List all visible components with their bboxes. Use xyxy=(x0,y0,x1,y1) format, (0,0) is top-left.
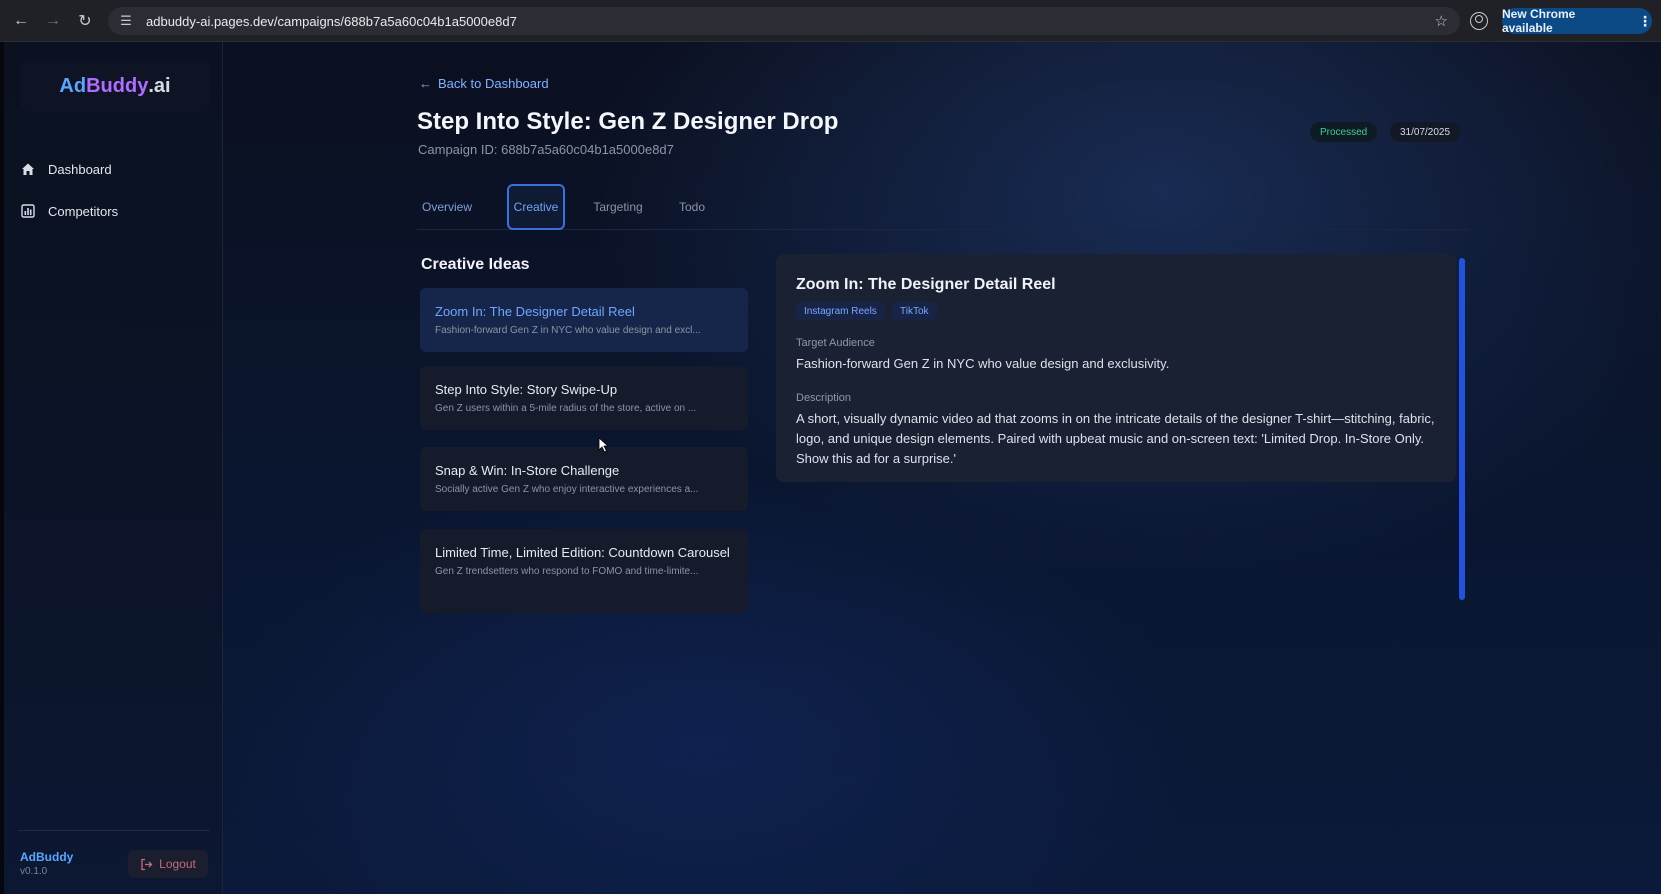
logout-button[interactable]: Logout xyxy=(128,850,208,878)
bookmark-star-icon[interactable]: ☆ xyxy=(1435,12,1448,30)
tab-creative[interactable]: Creative xyxy=(507,184,565,230)
idea-subtitle: Socially active Gen Z who enjoy interact… xyxy=(435,484,699,495)
tab-bar: Overview Creative Targeting Todo xyxy=(417,182,1469,230)
logout-label: Logout xyxy=(159,857,196,871)
tab-overview[interactable]: Overview xyxy=(417,184,477,230)
idea-subtitle: Fashion-forward Gen Z in NYC who value d… xyxy=(435,325,701,336)
mouse-cursor-icon xyxy=(598,437,610,453)
campaign-id: Campaign ID: 688b7a5a60c04b1a5000e8d7 xyxy=(418,142,674,157)
tab-todo[interactable]: Todo xyxy=(675,184,709,230)
url-text[interactable]: adbuddy-ai.pages.dev/campaigns/688b7a5a6… xyxy=(146,14,517,29)
profile-icon[interactable] xyxy=(1470,12,1488,30)
detail-title: Zoom In: The Designer Detail Reel xyxy=(796,276,1056,293)
back-to-dashboard-link[interactable]: ← Back to Dashboard xyxy=(419,76,549,91)
idea-subtitle: Gen Z trendsetters who respond to FOMO a… xyxy=(435,566,699,577)
idea-title: Snap & Win: In-Store Challenge xyxy=(435,463,620,478)
idea-card[interactable]: Limited Time, Limited Edition: Countdown… xyxy=(420,529,748,613)
idea-title: Zoom In: The Designer Detail Reel xyxy=(435,304,635,319)
app-logo[interactable]: Ad Buddy .ai xyxy=(20,60,210,112)
logo-buddy: Buddy xyxy=(86,74,149,97)
forward-arrow-icon[interactable]: → xyxy=(38,6,68,36)
idea-card[interactable]: Snap & Win: In-Store Challenge Socially … xyxy=(420,447,748,511)
platform-chip: Instagram Reels xyxy=(796,302,885,320)
idea-card[interactable]: Step Into Style: Story Swipe-Up Gen Z us… xyxy=(420,366,748,430)
sidebar: Ad Buddy .ai Dashboard Competitors AdBuddy… xyxy=(4,42,223,894)
idea-card[interactable]: Zoom In: The Designer Detail Reel Fashio… xyxy=(420,288,748,352)
logout-icon xyxy=(141,858,153,870)
section-title: Creative Ideas xyxy=(421,256,530,273)
sidebar-item-label: Competitors xyxy=(48,203,119,219)
audience-label: Target Audience xyxy=(796,337,875,349)
app-frame: Ad Buddy .ai Dashboard Competitors AdBuddy… xyxy=(4,42,1661,894)
idea-subtitle: Gen Z users within a 5-mile radius of th… xyxy=(435,403,697,414)
logo-ad: Ad xyxy=(59,74,87,97)
page-title: Step Into Style: Gen Z Designer Drop xyxy=(417,108,839,135)
tab-targeting[interactable]: Targeting xyxy=(587,184,649,230)
home-icon xyxy=(20,161,36,177)
app-version: v0.1.0 xyxy=(20,866,48,877)
sidebar-brand: AdBuddy xyxy=(20,850,74,864)
sidebar-item-label: Dashboard xyxy=(48,161,112,177)
scrollbar[interactable] xyxy=(1459,258,1465,600)
sidebar-item-dashboard[interactable]: Dashboard xyxy=(20,155,210,183)
more-menu-icon: ⋮ xyxy=(1638,12,1652,29)
browser-toolbar: ← → ↻ ☰ adbuddy-ai.pages.dev/campaigns/6… xyxy=(0,0,1661,42)
description-label: Description xyxy=(796,392,852,404)
logo-ai: .ai xyxy=(148,74,171,97)
chart-icon xyxy=(20,203,36,219)
back-link-label: Back to Dashboard xyxy=(438,76,549,91)
idea-title: Step Into Style: Story Swipe-Up xyxy=(435,382,618,397)
sidebar-item-competitors[interactable]: Competitors xyxy=(20,197,210,225)
idea-title: Limited Time, Limited Edition: Countdown… xyxy=(435,545,730,560)
arrow-left-icon: ← xyxy=(419,76,432,91)
date-badge: 31/07/2025 xyxy=(1390,122,1461,142)
reload-icon[interactable]: ↻ xyxy=(70,6,100,36)
platform-chip: TikTok xyxy=(892,302,937,320)
address-bar[interactable]: ☰ adbuddy-ai.pages.dev/campaigns/688b7a5… xyxy=(108,7,1460,35)
creative-detail-panel: Zoom In: The Designer Detail Reel Instag… xyxy=(776,254,1456,482)
audience-value: Fashion-forward Gen Z in NYC who value d… xyxy=(796,356,1170,371)
back-arrow-icon[interactable]: ← xyxy=(6,6,36,36)
chrome-update-button[interactable]: New Chrome available ⋮ xyxy=(1502,7,1652,35)
status-badge: Processed xyxy=(1310,122,1378,142)
sidebar-divider xyxy=(18,830,210,831)
chrome-update-label: New Chrome available xyxy=(1502,7,1576,35)
site-settings-icon[interactable]: ☰ xyxy=(116,13,136,29)
description-value: A short, visually dynamic video ad that … xyxy=(796,411,1435,466)
